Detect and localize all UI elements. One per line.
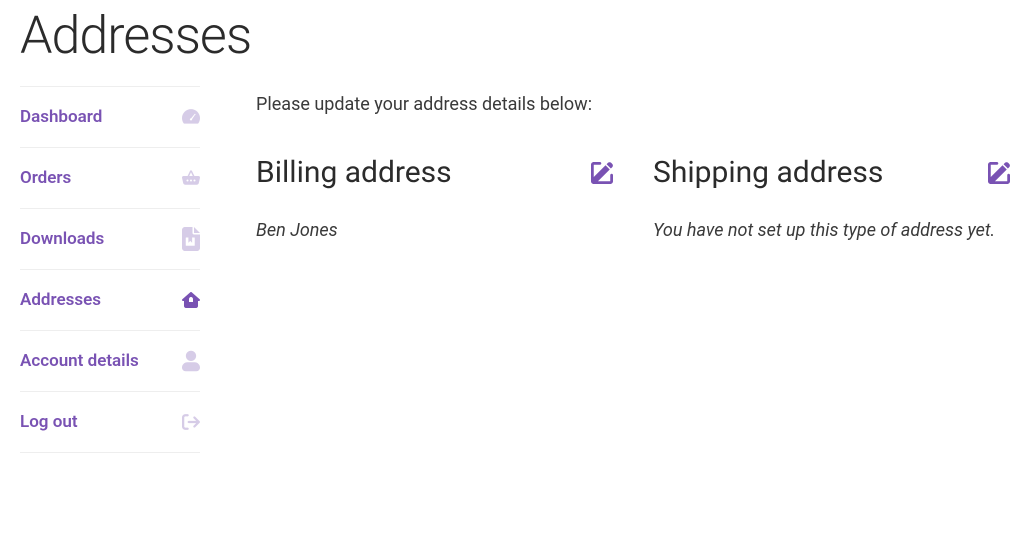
- shipping-heading: Shipping address: [653, 155, 883, 190]
- sidebar-item-downloads: Downloads: [20, 208, 200, 269]
- main-content: Please update your address details below…: [256, 86, 1010, 453]
- sidebar-item-label: Dashboard: [20, 107, 102, 127]
- billing-heading: Billing address: [256, 155, 452, 190]
- page-title: Addresses: [0, 5, 1024, 66]
- sidebar-item-label: Downloads: [20, 229, 104, 249]
- sidebar-link-orders[interactable]: Orders: [20, 148, 200, 208]
- intro-text: Please update your address details below…: [256, 94, 1010, 115]
- edit-icon: [591, 162, 613, 184]
- shipping-address-column: Shipping address You have not set up thi…: [653, 155, 1010, 241]
- addresses-row: Billing address Ben Jones Shipping addre…: [256, 155, 1010, 241]
- shipping-address-body: You have not set up this type of address…: [653, 220, 1010, 241]
- sidebar-item-dashboard: Dashboard: [20, 86, 200, 147]
- edit-billing-button[interactable]: [591, 162, 613, 184]
- billing-address-body: Ben Jones: [256, 220, 613, 241]
- sidebar-item-label: Log out: [20, 412, 78, 432]
- logout-icon: [182, 413, 200, 431]
- account-sidebar: Dashboard Orders Downloads Addresses: [20, 86, 200, 453]
- billing-address-column: Billing address Ben Jones: [256, 155, 613, 241]
- sidebar-item-addresses: Addresses: [20, 269, 200, 330]
- sidebar-link-addresses[interactable]: Addresses: [20, 270, 200, 330]
- sidebar-item-label: Account details: [20, 351, 139, 371]
- sidebar-item-label: Orders: [20, 168, 71, 188]
- sidebar-list: Dashboard Orders Downloads Addresses: [20, 86, 200, 453]
- sidebar-link-logout[interactable]: Log out: [20, 392, 200, 452]
- sidebar-item-label: Addresses: [20, 290, 101, 310]
- edit-icon: [988, 162, 1010, 184]
- sidebar-link-downloads[interactable]: Downloads: [20, 209, 200, 269]
- sidebar-item-account-details: Account details: [20, 330, 200, 391]
- edit-shipping-button[interactable]: [988, 162, 1010, 184]
- sidebar-link-dashboard[interactable]: Dashboard: [20, 87, 200, 147]
- sidebar-item-logout: Log out: [20, 391, 200, 453]
- sidebar-item-orders: Orders: [20, 147, 200, 208]
- sidebar-link-account-details[interactable]: Account details: [20, 331, 200, 391]
